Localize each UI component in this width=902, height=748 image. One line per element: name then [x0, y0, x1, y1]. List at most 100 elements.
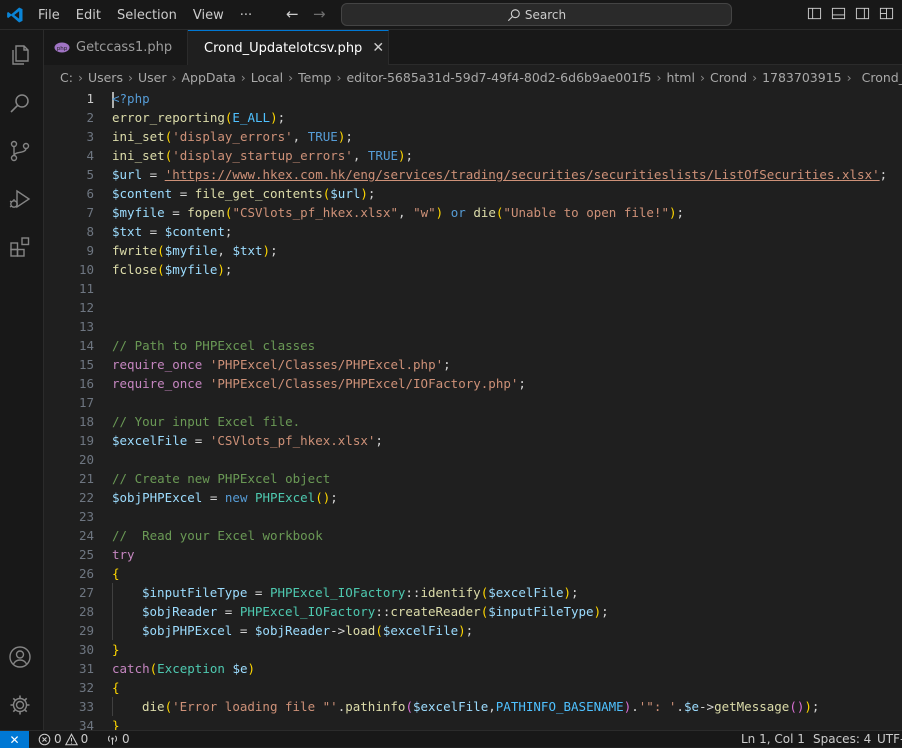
menu-bar: File Edit Selection View ··· — [30, 0, 260, 30]
code-line[interactable]: catch(Exception $e) — [112, 659, 902, 678]
code-line[interactable]: <?php — [112, 89, 902, 108]
code-line[interactable]: try — [112, 545, 902, 564]
tab-getccass1[interactable]: php Getccass1.php — [44, 30, 188, 65]
code-line[interactable]: fclose($myfile); — [112, 260, 902, 279]
breadcrumb-item[interactable]: Local — [251, 70, 283, 85]
breadcrumb-item[interactable]: editor-5685a31d-59d7-49f4-80d2-6d6b9ae00… — [346, 70, 651, 85]
code-line[interactable] — [112, 279, 902, 298]
code-line[interactable] — [112, 507, 902, 526]
code-editor[interactable]: 1 2 3 4 5 6 7 8 9 10 11 12 13 14 15 16 17 18 19 20 21 22 23 24 2… — [44, 89, 902, 730]
code-line[interactable]: error_reporting(E_ALL); — [112, 108, 902, 127]
ports-indicator[interactable]: 0 — [106, 731, 130, 747]
code-line[interactable]: // Create new PHPExcel object — [112, 469, 902, 488]
line-number: 7 — [86, 205, 94, 220]
code-line[interactable]: // Read your Excel workbook — [112, 526, 902, 545]
code-line[interactable]: $myfile = fopen("CSVlots_pf_hkex.xlsx", … — [112, 203, 902, 222]
line-number-gutter: 1 2 3 4 5 6 7 8 9 10 11 12 13 14 15 16 17 18 19 20 21 22 23 24 2… — [44, 89, 94, 730]
code-line[interactable]: $objPHPExcel = $objReader->load($excelFi… — [112, 621, 902, 640]
line-number: 13 — [78, 319, 94, 334]
line-number: 15 — [78, 357, 94, 372]
line-number: 8 — [86, 224, 94, 239]
menu-more[interactable]: ··· — [232, 8, 260, 23]
toggle-primary-sidebar-icon[interactable] — [807, 6, 822, 21]
breadcrumb-item[interactable]: Users — [88, 70, 123, 85]
code-line[interactable]: require_once 'PHPExcel/Classes/PHPExcel/… — [112, 374, 902, 393]
menu-selection[interactable]: Selection — [109, 8, 185, 23]
breadcrumb-item[interactable]: Temp — [298, 70, 331, 85]
line-number: 12 — [78, 300, 94, 315]
toggle-panel-icon[interactable] — [831, 6, 846, 21]
line-number: 20 — [78, 452, 94, 467]
chevron-right-icon: › — [699, 69, 705, 85]
breadcrumb-item[interactable]: 1783703915 — [762, 70, 842, 85]
breadcrumb-item[interactable]: User — [138, 70, 167, 85]
warning-count: 0 — [80, 732, 89, 746]
menu-view[interactable]: View — [185, 8, 232, 23]
extensions-icon[interactable] — [8, 235, 32, 259]
encoding-setting[interactable]: UTF- — [877, 731, 902, 747]
breadcrumb-item[interactable]: Crond_Upda — [862, 70, 902, 85]
code-line[interactable] — [112, 393, 902, 412]
indentation-setting[interactable]: Spaces: 4 — [813, 731, 871, 747]
code-line[interactable]: } — [112, 716, 902, 730]
code-line[interactable]: $txt = $content; — [112, 222, 902, 241]
breadcrumb-item[interactable]: AppData — [181, 70, 235, 85]
code-line[interactable]: ini_set('display_startup_errors', TRUE); — [112, 146, 902, 165]
breadcrumb-item[interactable]: Crond — [710, 70, 747, 85]
line-number: 29 — [78, 623, 94, 638]
vscode-logo-icon[interactable] — [6, 6, 24, 24]
close-icon[interactable]: ✕ — [372, 40, 384, 56]
remote-indicator-icon[interactable]: ✕ — [0, 731, 29, 748]
code-line[interactable] — [112, 298, 902, 317]
code-line[interactable]: require_once 'PHPExcel/Classes/PHPExcel.… — [112, 355, 902, 374]
forward-arrow-icon[interactable]: → — [313, 5, 326, 23]
tab-label: Crond_Updatelotcsv.php — [204, 40, 363, 56]
code-content[interactable]: <?php error_reporting(E_ALL); ini_set('dis… — [112, 89, 902, 730]
problems-indicator[interactable]: 0 0 — [38, 731, 88, 747]
indentation-label: Spaces: 4 — [813, 732, 872, 746]
run-and-debug-icon[interactable] — [8, 187, 32, 211]
search-icon[interactable] — [8, 91, 32, 115]
toggle-secondary-sidebar-icon[interactable] — [855, 6, 870, 21]
code-line[interactable]: $excelFile = 'CSVlots_pf_hkex.xlsx'; — [112, 431, 902, 450]
code-line[interactable]: { — [112, 678, 902, 697]
code-line[interactable]: { — [112, 564, 902, 583]
code-line[interactable]: $inputFileType = PHPExcel_IOFactory::ide… — [112, 583, 902, 602]
line-number: 24 — [78, 528, 94, 543]
code-line[interactable]: } — [112, 640, 902, 659]
back-arrow-icon[interactable]: ← — [286, 5, 299, 23]
menu-edit[interactable]: Edit — [68, 8, 109, 23]
breadcrumb-item[interactable]: C: — [60, 70, 73, 85]
menu-file[interactable]: File — [30, 8, 68, 23]
code-line[interactable]: ini_set('display_errors', TRUE); — [112, 127, 902, 146]
explorer-icon[interactable] — [8, 43, 32, 67]
line-number: 27 — [78, 585, 94, 600]
svg-text:php: php — [57, 46, 68, 52]
code-line[interactable]: fwrite($myfile, $txt); — [112, 241, 902, 260]
line-number: 25 — [78, 547, 94, 562]
radio-tower-icon — [107, 734, 118, 745]
line-number: 32 — [78, 680, 94, 695]
source-control-icon[interactable] — [8, 139, 32, 163]
code-line[interactable]: $objPHPExcel = new PHPExcel(); — [112, 488, 902, 507]
accounts-icon[interactable] — [8, 645, 32, 669]
tab-crond-updatelotcsv[interactable]: php Crond_Updatelotcsv.php ✕ — [188, 30, 389, 65]
code-line[interactable]: // Your input Excel file. — [112, 412, 902, 431]
code-line[interactable] — [112, 450, 902, 469]
code-line[interactable]: $url = 'https://www.hkex.com.hk/eng/serv… — [112, 165, 902, 184]
line-number: 22 — [78, 490, 94, 505]
chevron-right-icon: › — [336, 69, 342, 85]
line-number: 5 — [86, 167, 94, 182]
code-line[interactable]: // Path to PHPExcel classes — [112, 336, 902, 355]
cursor-position[interactable]: Ln 1, Col 1 — [741, 731, 805, 747]
breadcrumb-item[interactable]: html — [666, 70, 694, 85]
manage-gear-icon[interactable] — [8, 693, 32, 717]
code-line[interactable]: die('Error loading file "'.pathinfo($exc… — [112, 697, 902, 716]
command-center-search[interactable]: Search — [341, 3, 732, 26]
code-line[interactable]: $objReader = PHPExcel_IOFactory::createR… — [112, 602, 902, 621]
code-line[interactable] — [112, 317, 902, 336]
code-line[interactable]: $content = file_get_contents($url); — [112, 184, 902, 203]
chevron-right-icon: › — [288, 69, 294, 85]
customize-layout-icon[interactable] — [879, 6, 894, 21]
breadcrumb: C: › Users › User › AppData › Local › Temp › e… — [44, 65, 902, 89]
